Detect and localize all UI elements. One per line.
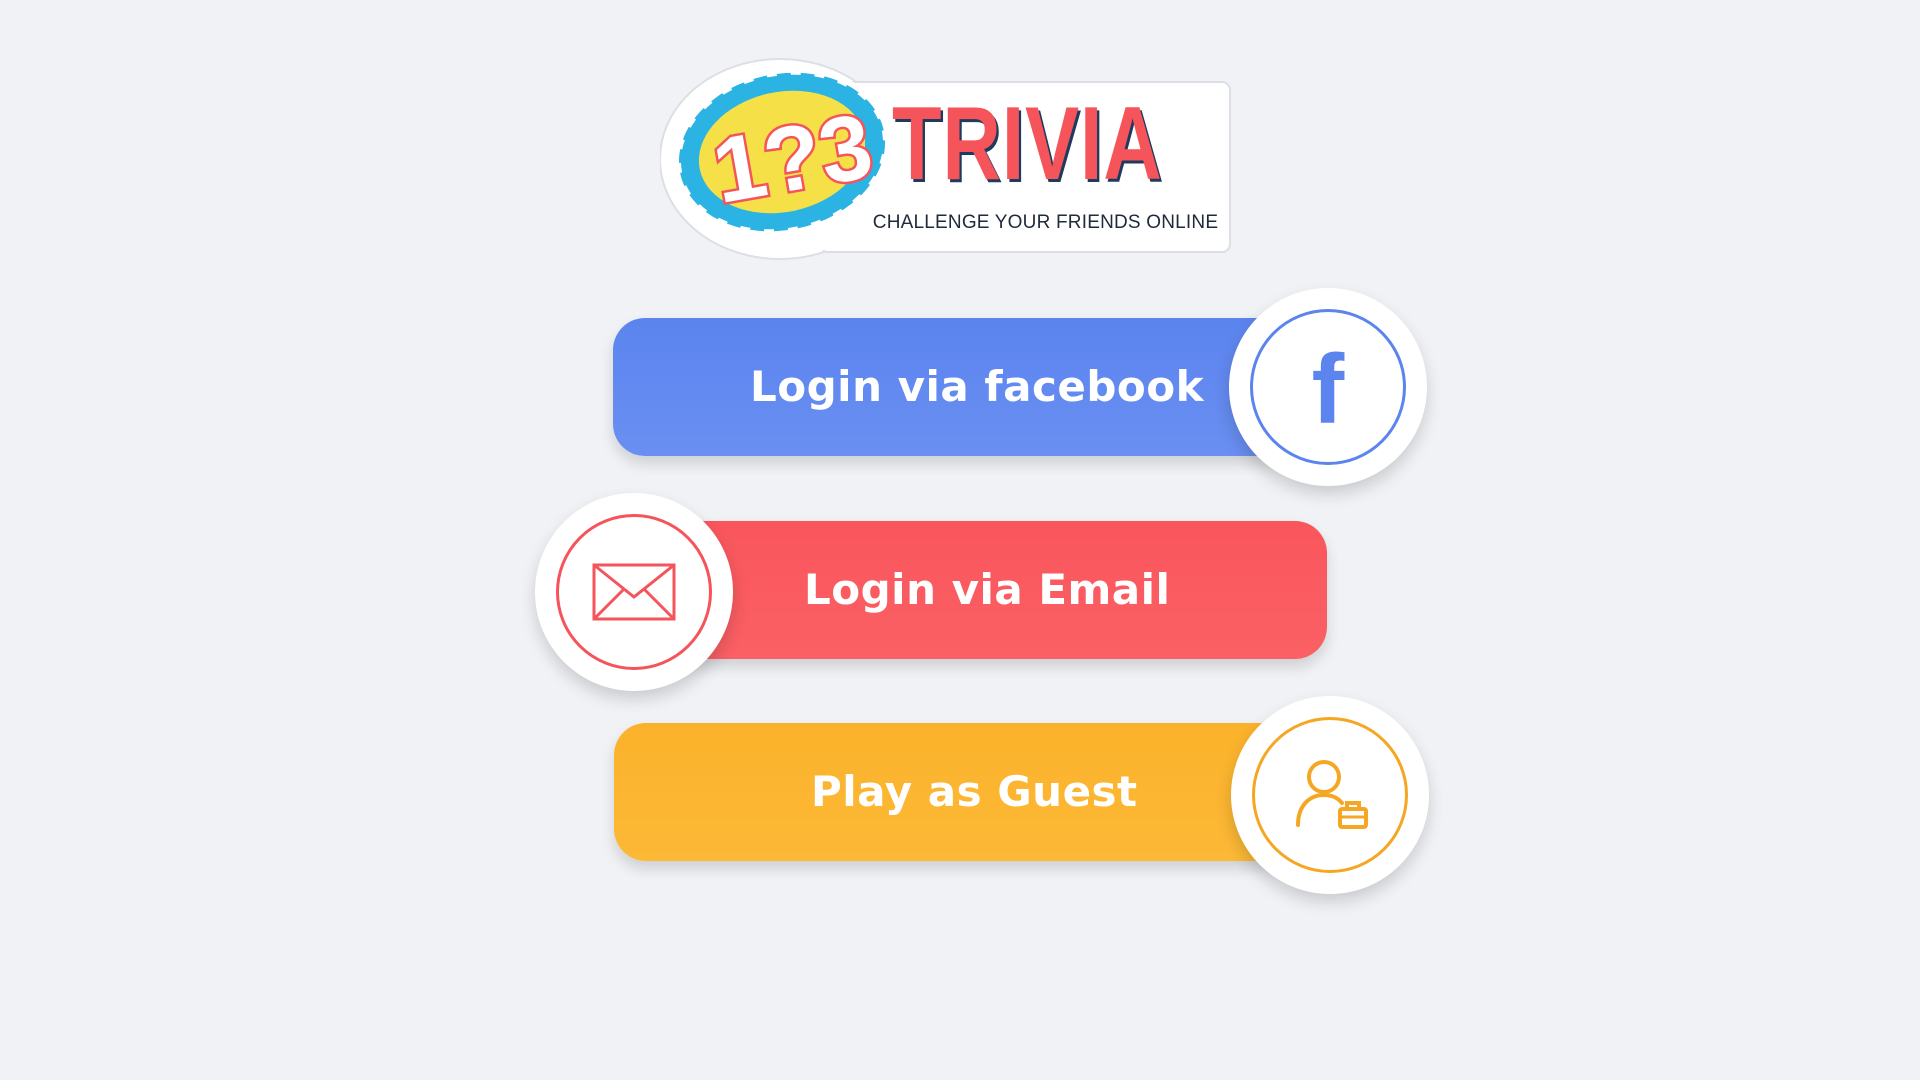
facebook-badge-ring: f [1250, 309, 1406, 465]
logo-tagline: CHALLENGE YOUR FRIENDS ONLINE [872, 212, 1219, 233]
login-screen: 1?3 TRIVIA CHALLENGE YOUR FRIENDS ONLINE… [0, 0, 1920, 1080]
trivia-logo: 1?3 TRIVIA CHALLENGE YOUR FRIENDS ONLINE [660, 52, 1235, 262]
mail-icon [592, 563, 676, 621]
facebook-icon: f [1311, 334, 1345, 444]
login-email-button[interactable]: Login via Email [640, 521, 1327, 659]
guest-user-icon [1296, 760, 1368, 829]
login-email-label: Login via Email [804, 565, 1171, 614]
play-guest-label: Play as Guest [811, 767, 1138, 816]
play-guest-button[interactable]: Play as Guest [614, 723, 1314, 861]
facebook-badge[interactable]: f [1229, 288, 1427, 486]
login-facebook-button[interactable]: Login via facebook [613, 318, 1313, 456]
logo-wordmark: TRIVIA [892, 86, 1163, 202]
email-badge[interactable] [535, 493, 733, 691]
guest-badge[interactable] [1231, 696, 1429, 894]
guest-badge-ring [1252, 717, 1408, 873]
email-badge-ring [556, 514, 712, 670]
login-facebook-label: Login via facebook [750, 362, 1205, 411]
